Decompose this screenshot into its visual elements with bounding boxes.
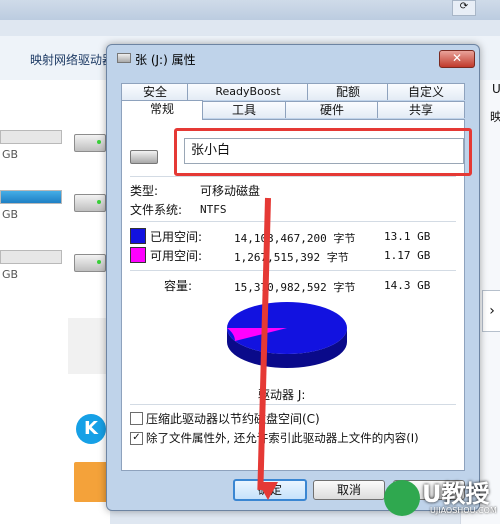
- explorer-titlebar: [0, 0, 500, 20]
- used-space-size: 13.1 GB: [384, 230, 431, 243]
- drive-gb-label: GB: [2, 268, 19, 281]
- cloud-drive-icon[interactable]: K: [76, 414, 106, 444]
- tab-tools[interactable]: 工具: [201, 101, 287, 118]
- annotation-arrow-head: [258, 482, 278, 500]
- compress-label[interactable]: 压缩此驱动器以节约磁盘空间(C): [146, 410, 320, 427]
- watermark-subtext: UJIAOSHOU.COM: [430, 506, 497, 515]
- removable-drive-tile[interactable]: [68, 318, 110, 374]
- drive-gb-label: GB: [2, 148, 19, 161]
- highlight-annotation: [174, 128, 472, 176]
- close-button[interactable]: ✕: [439, 50, 475, 68]
- drive-icon: [117, 53, 131, 63]
- properties-dialog: 张 (J:) 属性 ✕ 安全 ReadyBoost 配额 自定义 工具 硬件 共…: [106, 44, 480, 511]
- free-space-label: 可用空间:: [150, 249, 203, 263]
- type-value: 可移动磁盘: [200, 184, 261, 198]
- free-space-bytes: 1,267,515,392 字节: [234, 251, 349, 264]
- separator: [130, 404, 456, 405]
- compress-checkbox[interactable]: [130, 412, 143, 425]
- refresh-button[interactable]: ⟳: [452, 0, 476, 16]
- type-label: 类型:: [130, 184, 159, 198]
- separator: [130, 270, 456, 271]
- drive-gb-label: GB: [2, 208, 19, 221]
- free-space-size: 1.17 GB: [384, 249, 431, 262]
- tab-security[interactable]: 安全: [121, 83, 189, 100]
- removable-drive-icon: [130, 150, 158, 164]
- drive-capacity-bar: [0, 190, 62, 204]
- drive-capacity-bar: [0, 250, 62, 264]
- tab-readyboost[interactable]: ReadyBoost: [187, 83, 309, 100]
- tab-customize[interactable]: 自定义: [387, 83, 465, 100]
- hard-drive-icon[interactable]: [74, 254, 106, 272]
- folder-icon[interactable]: [74, 462, 108, 502]
- separator: [130, 221, 456, 222]
- general-panel: 张小白 类型: 可移动磁盘 文件系统: NTFS 已用空间: 14,103,46…: [121, 119, 472, 471]
- details-peek-text: U: [492, 82, 500, 96]
- map-network-drive-button[interactable]: 映射网络驱动器: [30, 51, 114, 68]
- tab-quota[interactable]: 配额: [307, 83, 389, 100]
- watermark-text: U教授: [422, 480, 490, 508]
- free-space-swatch: [130, 247, 146, 263]
- capacity-label: 容量:: [164, 279, 193, 293]
- hard-drive-icon[interactable]: [74, 194, 106, 212]
- tab-general[interactable]: 常规: [121, 100, 203, 120]
- disk-usage-pie-chart: [227, 302, 347, 368]
- used-space-swatch: [130, 228, 146, 244]
- expand-arrow-button[interactable]: ›: [482, 290, 500, 332]
- hard-drive-icon[interactable]: [74, 134, 106, 152]
- capacity-size: 14.3 GB: [384, 279, 431, 292]
- separator: [130, 176, 456, 177]
- used-space-bytes: 14,103,467,200 字节: [234, 232, 356, 245]
- index-checkbox[interactable]: ✓: [130, 432, 143, 445]
- drive-capacity-bar: [0, 130, 62, 144]
- capacity-bytes: 15,370,982,592 字节: [234, 281, 356, 294]
- cancel-button[interactable]: 取消: [313, 480, 385, 500]
- tab-hardware[interactable]: 硬件: [285, 101, 379, 118]
- tab-sharing[interactable]: 共享: [377, 101, 465, 118]
- dialog-title: 张 (J:) 属性: [135, 53, 196, 67]
- filesystem-label: 文件系统:: [130, 203, 183, 217]
- filesystem-value: NTFS: [200, 203, 227, 216]
- details-peek-text: 映: [490, 110, 500, 124]
- watermark-logo-icon: [384, 480, 420, 516]
- used-space-label: 已用空间:: [150, 230, 203, 244]
- index-label[interactable]: 除了文件属性外, 还允许索引此驱动器上文件的内容(I): [146, 430, 419, 446]
